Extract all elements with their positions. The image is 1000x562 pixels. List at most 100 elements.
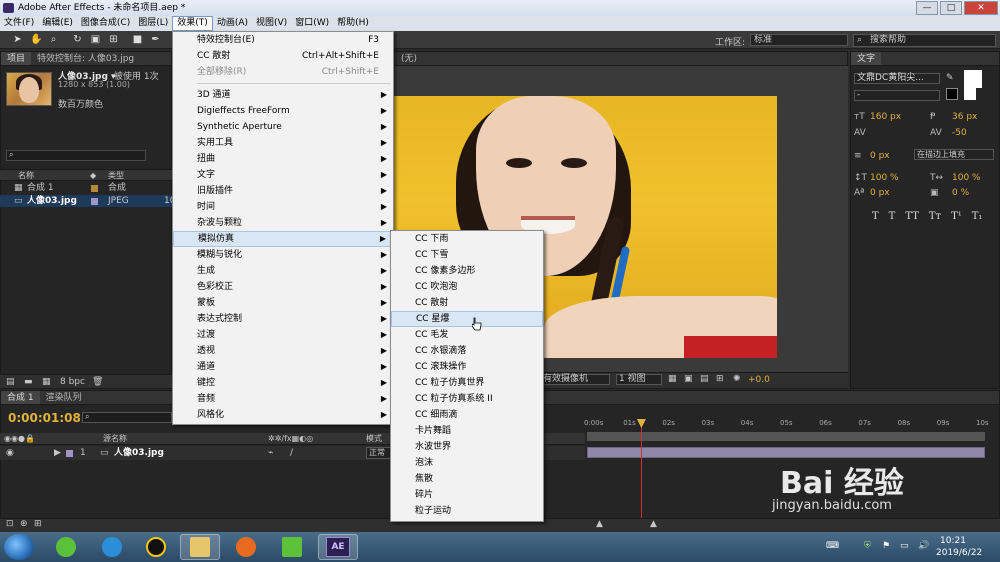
effects-menu-item[interactable]: 透视 ▶ bbox=[173, 343, 393, 359]
project-search-input[interactable]: ⌕ bbox=[6, 150, 146, 161]
maximize-button[interactable]: □ bbox=[940, 1, 962, 15]
effects-menu-item[interactable]: 键控 ▶ bbox=[173, 375, 393, 391]
work-area-bar[interactable] bbox=[587, 432, 985, 441]
taskbar-app-qq[interactable] bbox=[136, 534, 176, 560]
simulation-menu-item[interactable]: 水波世界 bbox=[391, 439, 543, 455]
quality-switch-icon[interactable]: / bbox=[290, 446, 293, 460]
rotate-tool-icon[interactable]: ↻ bbox=[72, 34, 83, 45]
close-button[interactable]: ✕ bbox=[964, 1, 998, 15]
effects-menu-item[interactable]: 风格化 ▶ bbox=[173, 407, 393, 423]
faux-italic-button[interactable]: T bbox=[889, 211, 896, 222]
effects-menu-item[interactable]: 旧版插件 ▶ bbox=[173, 183, 393, 199]
simulation-menu-item[interactable]: CC 滚珠操作 bbox=[391, 359, 543, 375]
effects-menu-item[interactable]: 过渡 ▶ bbox=[173, 327, 393, 343]
tray-flag-icon[interactable]: ⚑ bbox=[882, 541, 890, 551]
col-type[interactable]: 类型 bbox=[108, 170, 124, 181]
effects-menu-item[interactable]: CC 散射 Ctrl+Alt+Shift+E bbox=[173, 48, 393, 64]
pan-behind-tool-icon[interactable]: ⊞ bbox=[108, 34, 119, 45]
minimize-button[interactable]: — bbox=[916, 1, 938, 15]
col-mode[interactable]: 模式 bbox=[366, 433, 382, 445]
taskbar-app-firefox[interactable] bbox=[226, 534, 266, 560]
simulation-menu-item[interactable]: 泡沫 bbox=[391, 455, 543, 471]
effects-menu-item[interactable]: Digieffects FreeForm ▶ bbox=[173, 103, 393, 119]
simulation-menu-item[interactable]: CC 下雨 bbox=[391, 231, 543, 247]
simulation-menu-item[interactable]: CC 吹泡泡 bbox=[391, 279, 543, 295]
effects-menu-item[interactable]: 色彩校正 ▶ bbox=[173, 279, 393, 295]
hand-tool-icon[interactable]: ✋ bbox=[30, 34, 42, 45]
simulation-menu-item[interactable]: CC 粒子仿真系统 II bbox=[391, 391, 543, 407]
menu-edit[interactable]: 编辑(E) bbox=[38, 16, 77, 31]
toggle-icon[interactable]: ▣ bbox=[684, 374, 693, 384]
col-name[interactable]: 名称 bbox=[18, 170, 34, 181]
simulation-menu-item[interactable]: CC 星爆 bbox=[391, 311, 543, 327]
simulation-menu-item[interactable]: CC 像素多边形 bbox=[391, 263, 543, 279]
swap-color-swatch[interactable] bbox=[964, 88, 976, 100]
toggle-modes-icon[interactable]: ⊞ bbox=[34, 519, 42, 529]
workspace-select[interactable]: 标准 bbox=[750, 34, 848, 46]
tab-effect-controls[interactable]: 特效控制台: 人像03.jpg bbox=[31, 52, 140, 65]
tray-shield-icon[interactable]: ⛨ bbox=[864, 541, 871, 551]
grid-icon[interactable]: ▦ bbox=[668, 374, 677, 384]
clock-time[interactable]: 10:21 bbox=[940, 536, 966, 546]
subscript-button[interactable]: T₁ bbox=[972, 211, 983, 222]
interpret-footage-icon[interactable]: ▤ bbox=[6, 375, 15, 389]
camera-select[interactable]: 有效摄像机 bbox=[540, 374, 610, 385]
new-folder-icon[interactable]: ▬ bbox=[24, 375, 33, 389]
menu-layer[interactable]: 图层(L) bbox=[134, 16, 172, 31]
tab-text[interactable]: 文字 bbox=[851, 52, 882, 65]
view-layout-select[interactable]: 1 视图 bbox=[616, 374, 662, 385]
effects-menu-item[interactable]: 模糊与锐化 ▶ bbox=[173, 247, 393, 263]
menu-view[interactable]: 视图(V) bbox=[252, 16, 291, 31]
tray-keyboard-icon[interactable]: ⌨ bbox=[826, 541, 839, 551]
exposure-value[interactable]: +0.0 bbox=[748, 375, 770, 385]
stroke-mode-select[interactable]: 在描边上填充 bbox=[914, 149, 994, 160]
exposure-icon[interactable]: ✺ bbox=[733, 374, 741, 384]
taskbar-app-after-effects[interactable]: AE bbox=[318, 534, 358, 560]
project-row[interactable]: ▭ 人像03.jpg JPEG 10 bbox=[0, 195, 175, 207]
taskbar-app-ie[interactable] bbox=[92, 534, 132, 560]
simulation-menu-item[interactable]: 卡片舞蹈 bbox=[391, 423, 543, 439]
pen-tool-icon[interactable]: ✒ bbox=[150, 34, 161, 45]
effects-menu-item[interactable]: 蒙板 ▶ bbox=[173, 295, 393, 311]
simulation-menu-item[interactable]: CC 粒子仿真世界 bbox=[391, 375, 543, 391]
bpc-label[interactable]: 8 bpc bbox=[60, 375, 85, 389]
current-time-display[interactable]: 0:00:01:08 bbox=[8, 411, 81, 425]
render-icon[interactable]: ▤ bbox=[700, 374, 709, 384]
menu-composition[interactable]: 图像合成(C) bbox=[77, 16, 134, 31]
viewer-tab[interactable]: (无) bbox=[395, 52, 423, 65]
effects-menu-item[interactable]: 时间 ▶ bbox=[173, 199, 393, 215]
simulation-menu-item[interactable]: 焦散 bbox=[391, 471, 543, 487]
selection-tool-icon[interactable]: ➤ bbox=[12, 34, 23, 45]
small-caps-button[interactable]: Tт bbox=[929, 211, 941, 222]
effects-menu-item[interactable]: 3D 通道 ▶ bbox=[173, 87, 393, 103]
zoom-tool-icon[interactable]: ⌕ bbox=[48, 34, 59, 45]
project-row[interactable]: ▦ 合成 1 合成 bbox=[0, 182, 172, 194]
tray-volume-icon[interactable]: 🔊 bbox=[918, 541, 929, 551]
tab-composition-1[interactable]: 合成 1 bbox=[1, 391, 40, 404]
effects-menu-item[interactable]: Synthetic Aperture ▶ bbox=[173, 119, 393, 135]
simulation-menu-item[interactable]: 碎片 bbox=[391, 487, 543, 503]
effects-menu-item[interactable]: 音频 ▶ bbox=[173, 391, 393, 407]
layer-duration-bar[interactable] bbox=[587, 447, 985, 458]
effects-menu-item[interactable]: 扭曲 ▶ bbox=[173, 151, 393, 167]
expand-arrow-icon[interactable]: ▶ bbox=[54, 446, 61, 460]
menu-effects[interactable]: 效果(T) bbox=[172, 16, 213, 31]
start-button[interactable] bbox=[4, 534, 34, 560]
effects-menu-item[interactable]: 生成 ▶ bbox=[173, 263, 393, 279]
stroke-color-swatch[interactable] bbox=[946, 88, 958, 100]
search-help-input[interactable]: ⌕ 搜索帮助 bbox=[853, 34, 996, 47]
simulation-menu-item[interactable]: CC 水银滴落 bbox=[391, 343, 543, 359]
toggle-switches-icon[interactable]: ⊕ bbox=[20, 519, 28, 529]
faux-bold-button[interactable]: T bbox=[872, 211, 879, 222]
toggle-panes-icon[interactable]: ⊡ bbox=[6, 519, 14, 529]
effects-menu-item[interactable]: 杂波与颗粒 ▶ bbox=[173, 215, 393, 231]
effects-menu-item[interactable]: 实用工具 ▶ bbox=[173, 135, 393, 151]
font-style-select[interactable]: - bbox=[854, 90, 940, 101]
tab-project[interactable]: 项目 bbox=[1, 52, 32, 65]
effects-menu-item[interactable]: 特效控制台(E) F3 bbox=[173, 32, 393, 48]
font-family-select[interactable]: 文鼎DC黄阳尖... bbox=[854, 73, 940, 84]
menu-file[interactable]: 文件(F) bbox=[0, 16, 38, 31]
visibility-icon[interactable]: ◉ bbox=[6, 446, 14, 460]
taskbar-app-explorer[interactable] bbox=[180, 534, 220, 560]
baseline-value[interactable]: 0 px bbox=[870, 188, 890, 198]
